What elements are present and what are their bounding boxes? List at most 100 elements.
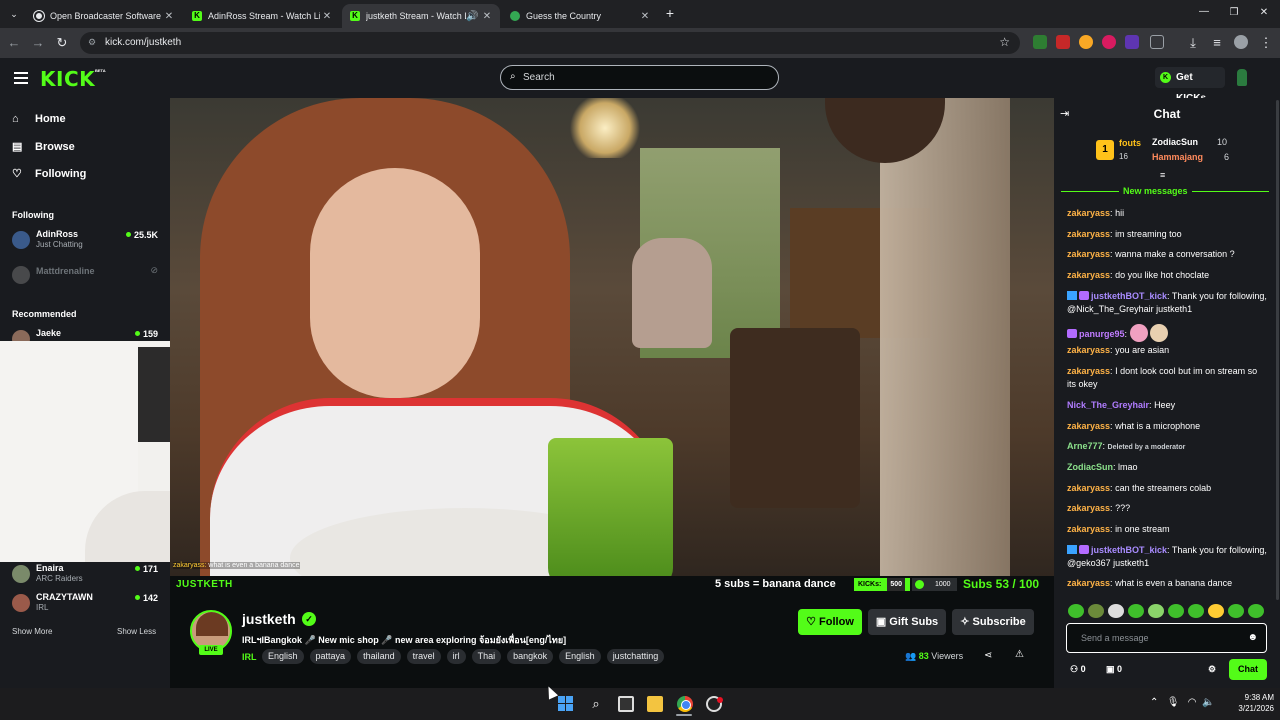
emote-icon[interactable]	[1148, 604, 1164, 618]
channel-item-crazytawn[interactable]: CRAZYTAWN IRL 142	[12, 592, 162, 614]
extension-icon-2[interactable]	[1056, 35, 1070, 49]
chat-username[interactable]: zakaryass	[1067, 578, 1110, 588]
tag[interactable]: irl	[446, 649, 466, 664]
get-kicks-button[interactable]: K Get KICKs	[1155, 67, 1225, 104]
chat-username[interactable]: ZodiacSun	[1067, 462, 1113, 472]
report-icon[interactable]: ⚠	[1015, 649, 1024, 660]
kicks-count[interactable]: ⚇ 0	[1070, 664, 1086, 675]
show-less-link[interactable]: Show Less	[117, 627, 156, 636]
sidebar-item-browse[interactable]: ▤ Browse	[12, 140, 75, 154]
tag[interactable]: justchatting	[606, 649, 665, 664]
tag[interactable]: Thai	[471, 649, 502, 664]
volume-icon[interactable]: 🔈	[1202, 697, 1214, 708]
taskbar-search-icon[interactable]: ⌕	[588, 696, 604, 712]
show-more-link[interactable]: Show More	[12, 627, 52, 636]
chat-username[interactable]: zakaryass	[1067, 345, 1110, 355]
forward-icon[interactable]: →	[30, 35, 46, 51]
chat-username[interactable]: zakaryass	[1067, 421, 1110, 431]
minimize-icon[interactable]: —	[1196, 4, 1212, 20]
chevron-up-icon[interactable]: ⌃	[1150, 697, 1158, 708]
chat-username[interactable]: Arne777	[1067, 441, 1103, 451]
emote-icon[interactable]	[1088, 604, 1104, 618]
user-avatar[interactable]	[1237, 69, 1247, 86]
tag[interactable]: bangkok	[507, 649, 554, 664]
back-icon[interactable]: ←	[6, 35, 22, 51]
expand-icon[interactable]: ≡	[1160, 170, 1165, 180]
chat-username[interactable]: zakaryass	[1067, 249, 1110, 259]
sidebar-item-following[interactable]: ♡ Following	[12, 167, 86, 181]
category-link[interactable]: IRL	[242, 652, 257, 662]
chrome-icon[interactable]	[677, 696, 693, 712]
clock[interactable]: 9:38 AM 3/21/2026	[1228, 692, 1274, 714]
gift-subs-button[interactable]: ▣ Gift Subs	[868, 609, 946, 635]
system-tray[interactable]: ⌃ 🎙 ◠ 🔈	[1150, 697, 1215, 708]
chat-scrollbar[interactable]	[1276, 100, 1279, 600]
tab-obs[interactable]: Open Broadcaster Software | O ✕	[26, 4, 182, 28]
chat-username[interactable]: zakaryass	[1067, 229, 1110, 239]
close-icon[interactable]: ✕	[162, 11, 176, 22]
chat-username[interactable]: Nick_The_Greyhair	[1067, 400, 1149, 410]
tab-justketh[interactable]: K justketh Stream - Watch Liv 🔊 ✕	[342, 4, 500, 28]
bookmark-star-icon[interactable]: ☆	[999, 35, 1010, 49]
close-icon[interactable]: ✕	[480, 11, 494, 22]
site-info-icon[interactable]: ⚙	[88, 37, 100, 49]
chat-username[interactable]: zakaryass	[1067, 524, 1110, 534]
menu-dots-icon[interactable]: ⋮	[1258, 35, 1274, 51]
profile-avatar[interactable]	[1234, 35, 1248, 49]
video-player[interactable]	[170, 98, 1054, 577]
tab-search-icon[interactable]: ⌄	[6, 6, 22, 22]
extension-icon-3[interactable]	[1079, 35, 1093, 49]
tag[interactable]: pattaya	[309, 649, 352, 664]
chat-username[interactable]: panurge95	[1079, 329, 1125, 339]
chat-username[interactable]: justkethBOT_kick	[1091, 291, 1167, 301]
gifts-count[interactable]: ▣ 0	[1106, 664, 1122, 675]
close-icon[interactable]: ✕	[320, 11, 334, 22]
chat-username[interactable]: zakaryass	[1067, 208, 1110, 218]
share-icon[interactable]: ⋖	[984, 650, 992, 661]
file-explorer-icon[interactable]	[647, 696, 663, 712]
emote-icon[interactable]	[1168, 604, 1184, 618]
close-icon[interactable]: ✕	[638, 11, 652, 22]
tag[interactable]: travel	[406, 649, 441, 664]
channel-item-adinross[interactable]: AdinRoss Just Chatting 25.5K	[12, 229, 162, 251]
wifi-icon[interactable]: ◠	[1188, 697, 1197, 708]
emote-icon[interactable]	[1108, 604, 1124, 618]
extension-icon-4[interactable]	[1102, 35, 1116, 49]
channel-item-mattdrenaline[interactable]: Mattdrenaline ⊘	[12, 264, 162, 286]
emote-icon[interactable]	[1228, 604, 1244, 618]
tab-guess-country[interactable]: Guess the Country ✕	[502, 4, 658, 28]
channel-name[interactable]: justketh	[242, 611, 296, 627]
puzzle-icon[interactable]	[1150, 35, 1164, 49]
tab-adinross[interactable]: K AdinRoss Stream - Watch Live o ✕	[184, 4, 340, 28]
emoji-icon[interactable]: ☻	[1247, 632, 1258, 643]
extension-icon-5[interactable]	[1125, 35, 1139, 49]
emote-icon[interactable]	[1248, 604, 1264, 618]
chat-username[interactable]: zakaryass	[1067, 270, 1110, 280]
emote-icon[interactable]	[1188, 604, 1204, 618]
chat-username[interactable]: justkethBOT_kick	[1091, 545, 1167, 555]
search-input[interactable]: ⌕ Search	[500, 65, 779, 90]
tag[interactable]: English	[262, 649, 304, 664]
emote-icon[interactable]	[1128, 604, 1144, 618]
download-icon[interactable]: ⤓	[1185, 35, 1201, 51]
reload-icon[interactable]: ↻	[54, 35, 70, 51]
url-bar[interactable]: ⚙ kick.com/justketh ☆	[80, 32, 1020, 54]
hamburger-menu-icon[interactable]	[14, 72, 28, 84]
follow-button[interactable]: ♡ Follow	[798, 609, 862, 635]
tag[interactable]: English	[559, 649, 601, 664]
chat-username[interactable]: zakaryass	[1067, 483, 1110, 493]
tag[interactable]: thailand	[357, 649, 401, 664]
emote-icon[interactable]	[1068, 604, 1084, 618]
microphone-icon[interactable]: 🎙	[1167, 697, 1180, 708]
close-window-icon[interactable]: ✕	[1256, 5, 1272, 21]
chat-message-input[interactable]: Send a message ☻	[1066, 623, 1267, 653]
subscribe-button[interactable]: ✧ Subscribe	[952, 609, 1034, 635]
new-tab-button[interactable]: +	[662, 5, 678, 21]
chat-username[interactable]: zakaryass	[1067, 503, 1110, 513]
chat-username[interactable]: zakaryass	[1067, 366, 1110, 376]
emote-icon[interactable]	[1208, 604, 1224, 618]
sidebar-item-home[interactable]: ⌂ Home	[12, 113, 66, 125]
channel-item-enaira[interactable]: Enaira ARC Raiders 171	[12, 563, 162, 585]
audio-icon[interactable]: 🔊	[466, 11, 478, 22]
extension-icon-1[interactable]	[1033, 35, 1047, 49]
